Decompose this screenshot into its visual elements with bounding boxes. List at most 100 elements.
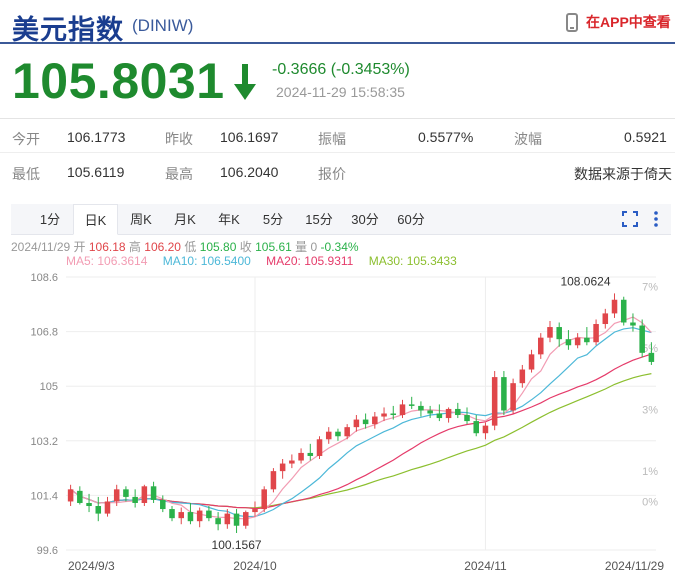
candle-body xyxy=(316,439,323,456)
x-tick-label: 2024/11 xyxy=(464,559,507,573)
candle-body xyxy=(150,486,157,500)
stat-label-prev-close: 昨收 xyxy=(165,131,193,147)
pct-tick-label: 7% xyxy=(642,282,658,294)
candle-body xyxy=(556,327,562,340)
candle-body xyxy=(252,509,258,513)
down-arrow-icon xyxy=(234,64,256,100)
candle-body xyxy=(436,413,443,419)
ma5-line xyxy=(70,316,652,520)
candle-body xyxy=(215,518,221,525)
pct-tick-label: 3% xyxy=(642,404,658,416)
candle-body xyxy=(196,510,203,522)
candle-body xyxy=(261,489,267,510)
page-title: 美元指数 xyxy=(12,15,124,46)
max-value-label: 108.0624 xyxy=(560,274,610,288)
candle-body xyxy=(464,415,470,422)
quote-stats-table: 今开 106.1773 昨收 106.1697 振幅 0.5577% 波幅 0.… xyxy=(0,118,675,188)
stat-value-high: 106.2040 xyxy=(220,164,279,180)
candle-body xyxy=(113,489,120,502)
candle-body xyxy=(620,299,627,323)
candle-body xyxy=(418,405,424,411)
candle-body xyxy=(224,513,231,525)
y-tick-label: 101.4 xyxy=(30,490,58,502)
candle-body xyxy=(519,369,526,384)
candle-body xyxy=(584,337,590,343)
candle-body xyxy=(528,354,535,370)
candle-body xyxy=(630,322,636,326)
data-source-note: 数据来源于倚天 xyxy=(574,166,672,182)
candle-body xyxy=(445,408,452,419)
candle-body xyxy=(473,421,479,434)
candle-body xyxy=(141,486,148,503)
stat-value-range: 0.5921 xyxy=(624,129,667,145)
stat-label-quote: 报价 xyxy=(318,166,346,182)
x-tick-label: 2024/11/29 xyxy=(605,559,664,573)
candle-body xyxy=(491,377,498,426)
x-tick-label: 2024/10 xyxy=(233,559,277,573)
stat-value-prev-close: 106.1697 xyxy=(220,129,279,145)
ma10-line xyxy=(70,327,652,518)
candle-body xyxy=(381,413,387,417)
candle-body xyxy=(86,502,92,507)
stat-value-low: 105.6119 xyxy=(67,164,125,180)
candle-body xyxy=(510,383,516,411)
stat-label-high: 最高 xyxy=(165,166,193,182)
candle-body xyxy=(279,463,286,472)
x-tick-label: 2024/9/3 xyxy=(68,559,115,573)
candle-body xyxy=(325,431,332,440)
stats-row: 今开 106.1773 昨收 106.1697 振幅 0.5577% 波幅 0.… xyxy=(0,119,675,153)
price-change: -0.3666 (-0.3453%) xyxy=(272,61,410,78)
stats-row: 最低 105.6119 最高 106.2040 报价 数据来源于倚天 xyxy=(0,154,675,188)
candle-body xyxy=(501,377,507,411)
open-in-app-link[interactable]: 在APP中查看 xyxy=(566,12,671,32)
candle-body xyxy=(160,499,166,510)
ticker-code: (DINIW) xyxy=(132,16,194,35)
candle-body xyxy=(648,352,655,362)
candle-body xyxy=(408,404,415,406)
stat-value-amplitude: 0.5577% xyxy=(418,129,474,145)
candle-body xyxy=(547,327,553,338)
candle-body xyxy=(307,452,314,456)
stat-label-open: 今开 xyxy=(12,131,40,147)
candle-body xyxy=(372,416,378,425)
candle-body xyxy=(390,413,397,416)
kline-chart-panel: 1分 日K 周K 月K 年K 5分 15分 30分 60分 2024/11/29… xyxy=(11,204,671,573)
candle-body xyxy=(123,489,129,497)
candle-body xyxy=(639,325,645,353)
page-header: 美元指数 (DINIW) 在APP中查看 xyxy=(0,0,675,46)
candle-body xyxy=(178,512,184,519)
open-in-app-label: 在APP中查看 xyxy=(586,14,671,30)
pct-tick-label: 0% xyxy=(642,496,658,508)
candle-body xyxy=(289,460,295,464)
candle-body xyxy=(243,512,249,526)
quote-timestamp: 2024-11-29 15:58:35 xyxy=(276,84,405,100)
y-tick-label: 99.6 xyxy=(37,545,58,557)
candle-body xyxy=(206,510,212,519)
candle-body xyxy=(77,490,83,503)
candle-body xyxy=(187,512,194,522)
candle-body xyxy=(399,404,406,416)
candle-body xyxy=(362,419,369,425)
candle-body xyxy=(353,419,360,428)
y-tick-label: 103.2 xyxy=(30,436,58,448)
phone-icon xyxy=(566,12,578,32)
current-price: 105.8031 xyxy=(12,53,225,109)
y-tick-label: 105 xyxy=(40,381,58,393)
candle-body xyxy=(335,431,341,437)
candle-body xyxy=(538,337,544,355)
candle-body xyxy=(270,471,277,490)
candle-body xyxy=(482,425,489,434)
stat-label-low: 最低 xyxy=(12,166,40,182)
y-tick-label: 106.8 xyxy=(30,327,58,339)
candle-body xyxy=(67,489,74,502)
candle-body xyxy=(427,410,433,414)
candle-body xyxy=(298,452,304,461)
candle-body xyxy=(565,339,572,346)
candle-body xyxy=(344,427,350,437)
candle-body xyxy=(132,496,138,503)
candle-body xyxy=(104,501,111,514)
candle-body xyxy=(455,408,461,416)
stat-label-amplitude: 振幅 xyxy=(318,131,346,147)
candlestick-chart: 108.6106.8105103.2101.499.67%5%3%1%0%202… xyxy=(30,272,664,573)
candle-body xyxy=(611,299,618,314)
